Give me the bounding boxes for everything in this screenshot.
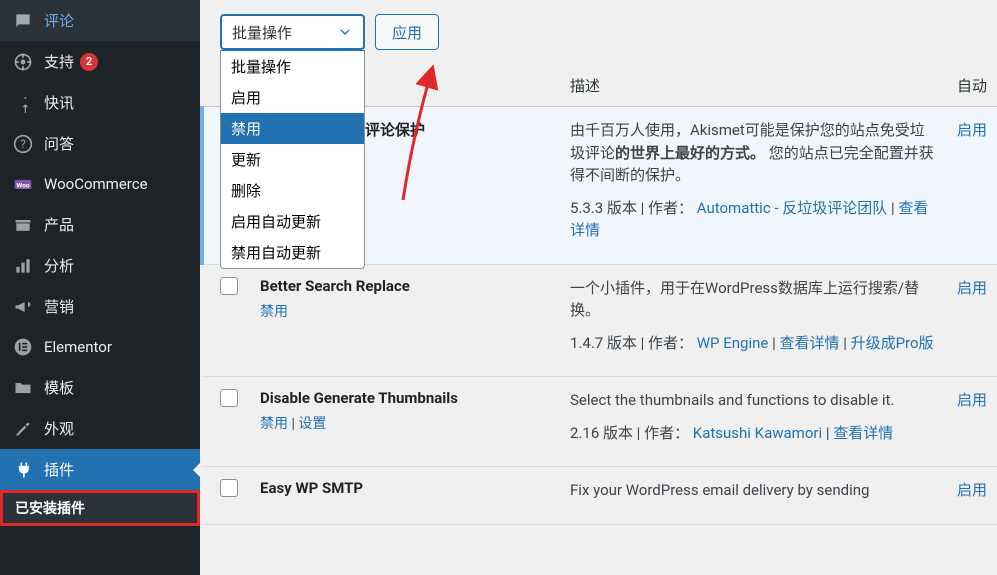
plugin-description: 一个小插件，用于在WordPress数据库上运行搜索/替换。: [570, 277, 937, 322]
dropdown-option[interactable]: 更新: [221, 144, 364, 175]
meta-link[interactable]: 升级成Pro版: [851, 334, 934, 352]
sidebar-item-label: 评论: [44, 10, 74, 31]
auto-update-link[interactable]: 启用: [957, 481, 987, 499]
sidebar-item-woo[interactable]: Woo WooCommerce: [0, 164, 200, 204]
plugin-name: Easy WP SMTP: [260, 479, 550, 497]
sidebar-item-label: 快讯: [44, 92, 74, 113]
sidebar-item-help[interactable]: ? 问答: [0, 123, 200, 164]
badge: 2: [80, 53, 98, 71]
sidebar-item-elementor[interactable]: Elementor: [0, 327, 200, 367]
sidebar-item-comment[interactable]: 评论: [0, 0, 200, 41]
sidebar-item-label: 分析: [44, 255, 74, 276]
svg-text:Woo: Woo: [16, 181, 29, 189]
plugin-name: Better Search Replace: [260, 277, 550, 295]
author-link[interactable]: Automattic - 反垃圾评论团队: [697, 199, 888, 217]
dropdown-option[interactable]: 启用自动更新: [221, 206, 364, 237]
dropdown-option[interactable]: 删除: [221, 175, 364, 206]
plugin-name: Disable Generate Thumbnails: [260, 389, 550, 407]
chart-icon: [12, 256, 34, 276]
dropdown-option[interactable]: 批量操作: [221, 51, 364, 82]
auto-update-link[interactable]: 启用: [957, 279, 987, 297]
main-content: 批量操作 应用 批量操作启用禁用更新删除启用自动更新禁用自动更新 插件 描述 自…: [200, 0, 997, 575]
elementor-icon: [12, 337, 34, 357]
meta-link[interactable]: 查看详情: [833, 424, 893, 442]
plugin-meta: 1.4.7 版本 | 作者： WP Engine | 查看详情 | 升级成Pro…: [570, 332, 937, 355]
plugin-description: Fix your WordPress email delivery by sen…: [570, 479, 937, 502]
row-checkbox[interactable]: [220, 479, 238, 497]
table-row: Disable Generate Thumbnails禁用 | 设置Select…: [202, 377, 997, 467]
auto-update-link[interactable]: 启用: [957, 391, 987, 409]
sidebar-item-label: 问答: [44, 133, 74, 154]
sidebar-item-pin[interactable]: 快讯: [0, 82, 200, 123]
sidebar-item-brush[interactable]: 外观: [0, 408, 200, 449]
sidebar-item-label: 插件: [44, 459, 74, 480]
dropdown-option[interactable]: 启用: [221, 82, 364, 113]
table-row: Better Search Replace 禁用 一个小插件，用于在WordPres…: [202, 264, 997, 377]
pin-icon: [12, 93, 34, 113]
svg-text:?: ?: [20, 137, 26, 151]
sidebar-item-support[interactable]: 支持 2: [0, 41, 200, 82]
submenu-installed-plugins[interactable]: 已安装插件: [0, 490, 200, 526]
plugin-description: 由千百万人使用，Akismet可能是保护您的站点免受垃圾评论的世界上最好的方式。…: [570, 119, 937, 187]
row-checkbox[interactable]: [220, 277, 238, 295]
help-icon: ?: [12, 134, 34, 154]
plugin-description: Select the thumbnails and functions to d…: [570, 389, 937, 412]
folder-icon: [12, 378, 34, 398]
sidebar-item-label: 外观: [44, 418, 74, 439]
sidebar-item-label: 模板: [44, 377, 74, 398]
sidebar-item-label: 营销: [44, 296, 74, 317]
sidebar-item-label: WooCommerce: [44, 175, 148, 193]
woo-icon: Woo: [12, 174, 34, 194]
sidebar-item-plug[interactable]: 插件: [0, 449, 200, 490]
author-link[interactable]: WP Engine: [697, 334, 769, 352]
brush-icon: [12, 419, 34, 439]
comment-icon: [12, 11, 34, 31]
author-link[interactable]: Katsushi Kawamori: [693, 424, 822, 442]
apply-button[interactable]: 应用: [375, 14, 439, 50]
dropdown-option[interactable]: 禁用自动更新: [221, 237, 364, 268]
plugin-meta: 2.16 版本 | 作者： Katsushi Kawamori | 查看详情: [570, 422, 937, 445]
header-description[interactable]: 描述: [560, 64, 947, 107]
sidebar-item-megaphone[interactable]: 营销: [0, 286, 200, 327]
bulk-action-select[interactable]: 批量操作: [220, 14, 365, 50]
sidebar-item-archive[interactable]: 产品: [0, 204, 200, 245]
sidebar-item-label: 产品: [44, 214, 74, 235]
row-action-link[interactable]: 设置: [298, 416, 326, 432]
bulk-action-dropdown: 批量操作启用禁用更新删除启用自动更新禁用自动更新: [220, 50, 365, 269]
plug-icon: [12, 460, 34, 480]
meta-link[interactable]: 查看详情: [779, 334, 839, 352]
admin-sidebar: 评论支持 2 快讯? 问答 Woo WooCommerce 产品分析营销 Elementor 模…: [0, 0, 200, 575]
sidebar-item-label: 支持: [44, 51, 74, 72]
table-row: Easy WP SMTP Fix your WordPress email del…: [202, 467, 997, 525]
row-action-link[interactable]: 禁用: [260, 416, 288, 432]
sidebar-item-folder[interactable]: 模板: [0, 367, 200, 408]
auto-update-link[interactable]: 启用: [957, 121, 987, 139]
plugin-meta: 5.3.3 版本 | 作者： Automattic - 反垃圾评论团队 | 查看…: [570, 197, 937, 242]
bulk-action-label: 批量操作: [232, 22, 292, 43]
megaphone-icon: [12, 297, 34, 317]
row-action-link[interactable]: 禁用: [260, 304, 288, 320]
sidebar-item-chart[interactable]: 分析: [0, 245, 200, 286]
archive-icon: [12, 215, 34, 235]
dropdown-option[interactable]: 禁用: [221, 113, 364, 144]
support-icon: [12, 52, 34, 72]
header-auto-update[interactable]: 自动: [947, 64, 997, 107]
row-checkbox[interactable]: [220, 389, 238, 407]
chevron-down-icon: [337, 24, 353, 40]
sidebar-item-label: Elementor: [44, 338, 112, 356]
